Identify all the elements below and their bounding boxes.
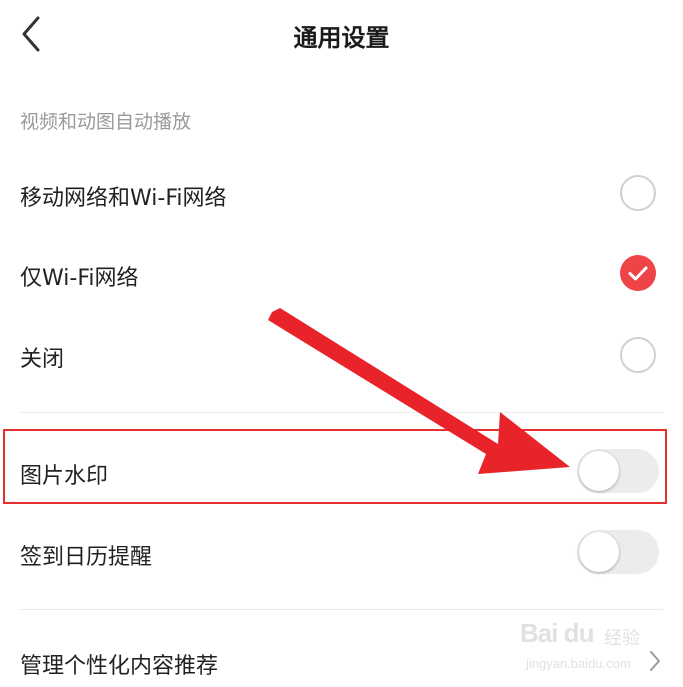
radio-option-label: 关闭 (20, 347, 65, 372)
watermark-url: jingyan.baidu.com (526, 656, 631, 671)
watermark-brand: Bai du (520, 618, 594, 648)
radio-option-label: 移动网络和Wi-Fi网络 (20, 186, 227, 211)
radio-button-unchecked[interactable] (620, 337, 656, 373)
setting-label: 签到日历提醒 (20, 545, 153, 570)
watermark-sub: 经验 (604, 628, 640, 649)
annotation-highlight-box (3, 429, 667, 504)
toggle-checkin-reminder[interactable] (577, 530, 659, 574)
section-title-autoplay: 视频和动图自动播放 (20, 111, 192, 133)
radio-option-wifi-only[interactable]: 仅Wi-Fi网络 (0, 248, 683, 300)
radio-option-mobile-and-wifi[interactable]: 移动网络和Wi-Fi网络 (0, 168, 683, 220)
radio-button-checked[interactable] (620, 255, 656, 291)
baidu-jingyan-watermark: Bai du 经验 jingyan.baidu.com (520, 618, 670, 682)
divider (20, 609, 663, 610)
setting-row-checkin-reminder: 签到日历提醒 (0, 527, 683, 577)
checkmark-icon (628, 266, 648, 281)
link-label: 管理个性化内容推荐 (20, 654, 219, 679)
radio-button-unchecked[interactable] (620, 175, 656, 211)
divider (20, 412, 663, 413)
page-title: 通用设置 (293, 24, 390, 52)
radio-option-label: 仅Wi-Fi网络 (20, 266, 139, 291)
toggle-knob (579, 532, 619, 572)
header: 通用设置 (0, 0, 683, 70)
radio-option-off[interactable]: 关闭 (0, 329, 683, 381)
